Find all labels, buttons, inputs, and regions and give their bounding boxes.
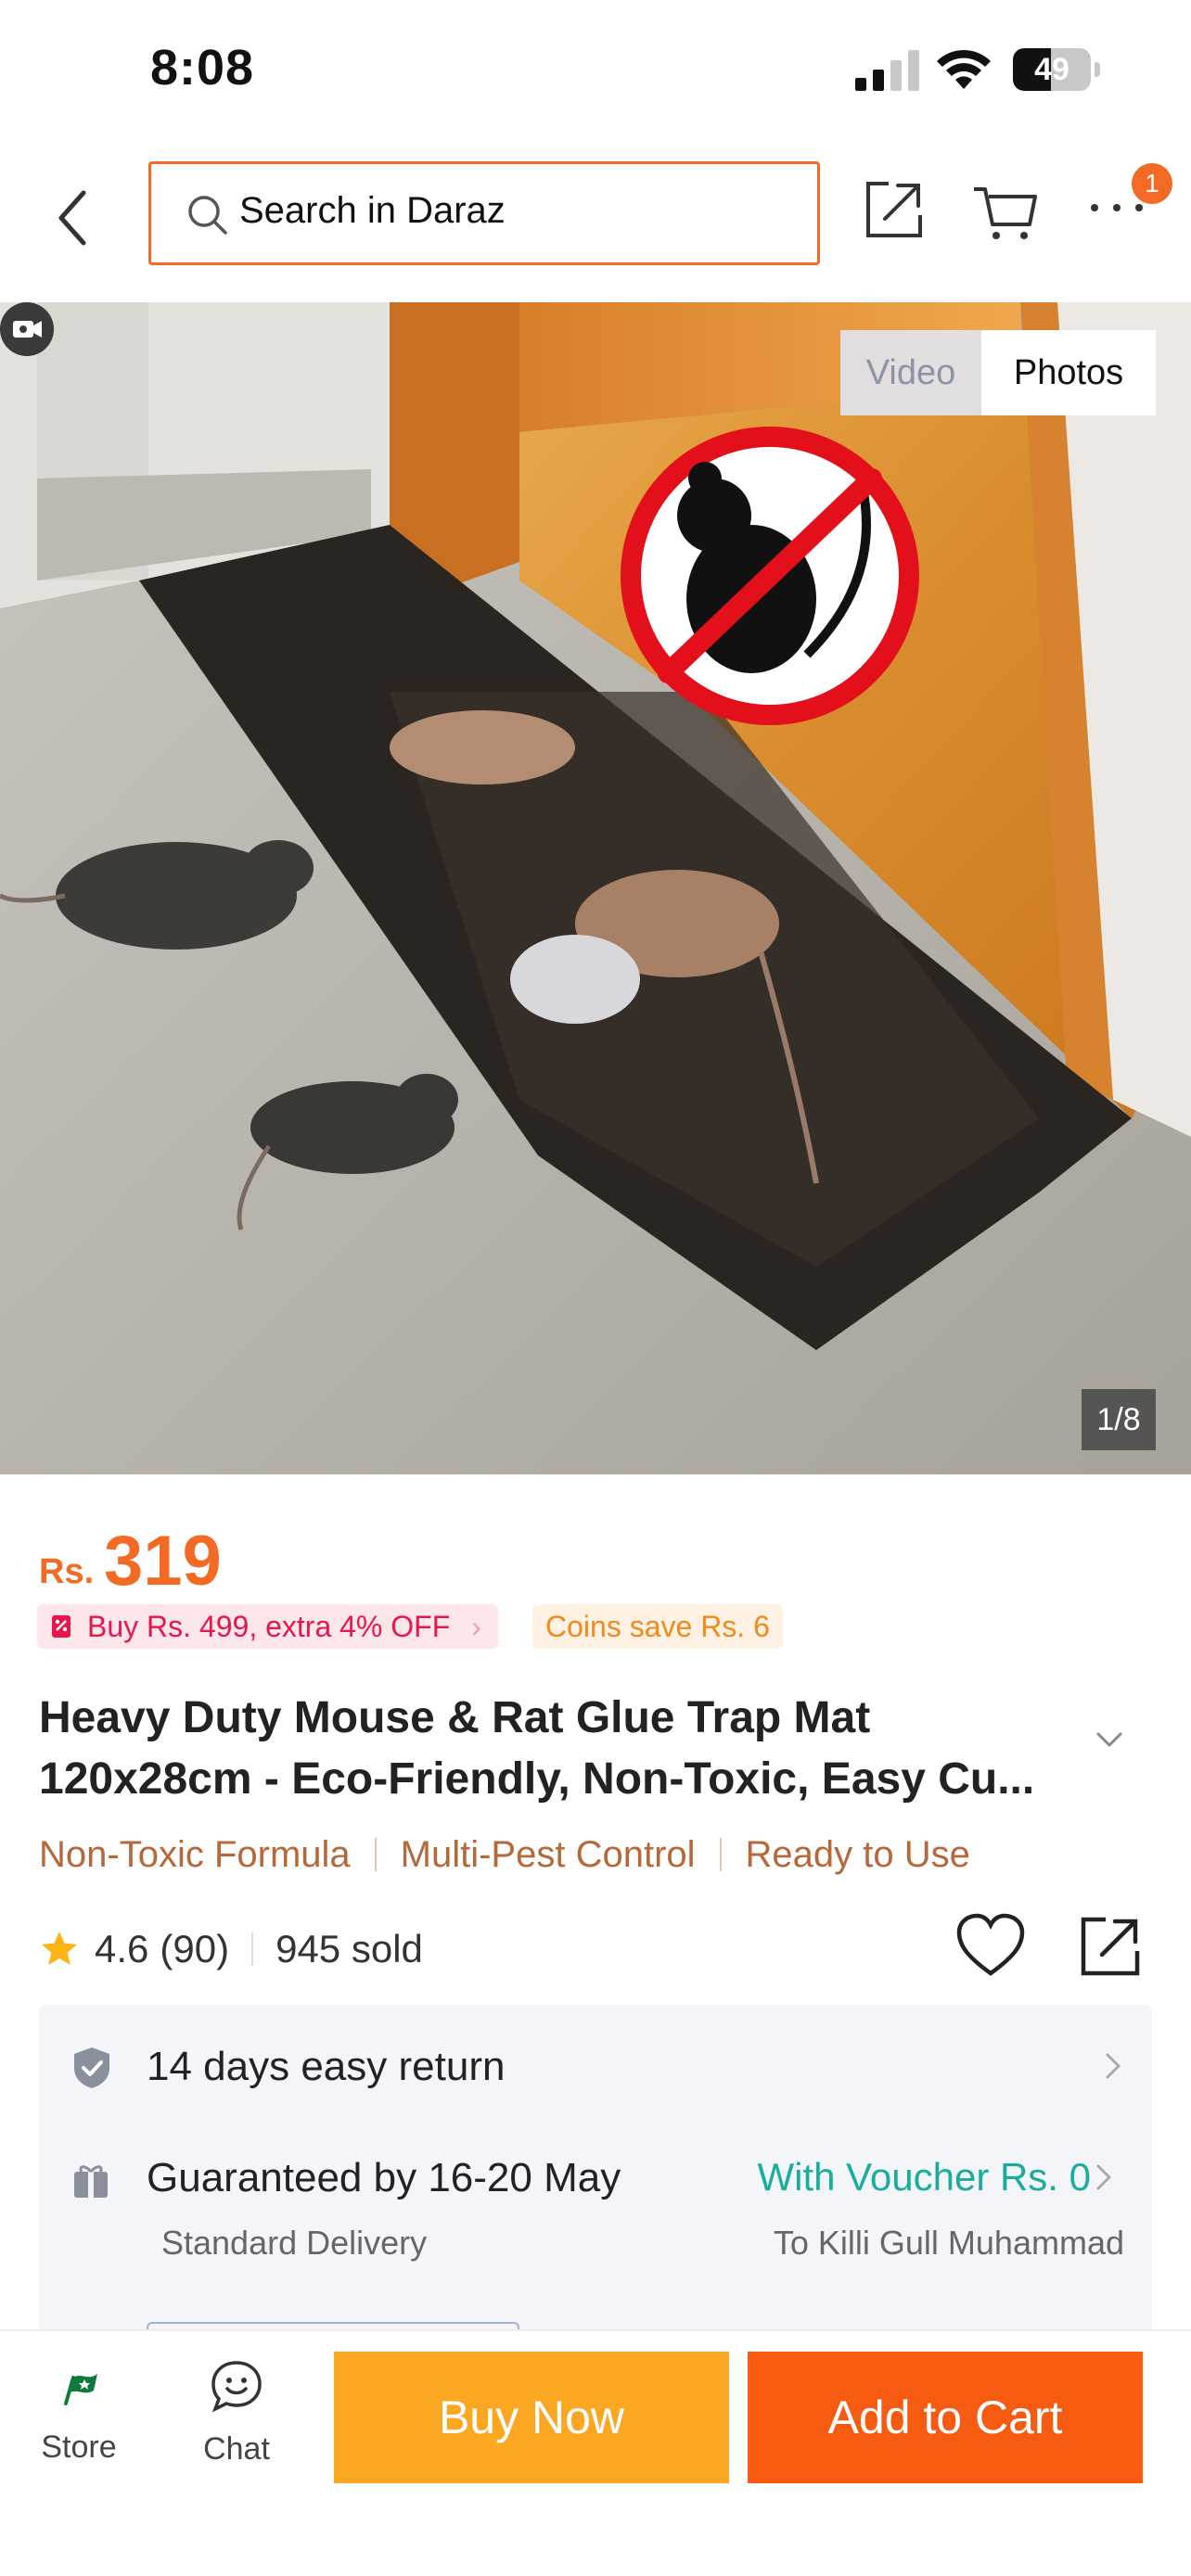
promo-badge[interactable]: Buy Rs. 499, extra 4% OFF › xyxy=(37,1604,498,1649)
store-button[interactable]: Store xyxy=(28,2359,130,2489)
divider xyxy=(719,1838,722,1871)
more-options-icon[interactable] xyxy=(1087,197,1146,219)
highlight-item: Ready to Use xyxy=(745,1833,970,1875)
status-time: 8:08 xyxy=(150,40,255,96)
status-bar: 8:08 49 xyxy=(0,0,1191,139)
delivery-info-card: 14 days easy return Guaranteed by 16-20 … xyxy=(39,2005,1152,2350)
notification-badge: 1 xyxy=(1132,163,1172,204)
product-highlights: Non-Toxic Formula Multi-Pest Control Rea… xyxy=(39,1829,970,1881)
discount-tag-icon xyxy=(52,1615,70,1638)
tab-photos[interactable]: Photos xyxy=(981,330,1156,415)
product-image-gallery[interactable]: Video Photos 1/8 xyxy=(0,302,1191,1474)
chat-bubble-icon xyxy=(211,2361,262,2413)
wifi-icon xyxy=(937,49,991,89)
chevron-right-icon xyxy=(1096,2164,1111,2190)
wishlist-heart-icon[interactable] xyxy=(955,1912,1026,1979)
delivery-guarantee: Guaranteed by 16-20 May xyxy=(147,2155,621,2200)
add-to-cart-button[interactable]: Add to Cart xyxy=(748,2352,1143,2483)
store-label: Store xyxy=(41,2429,117,2465)
video-camera-icon[interactable] xyxy=(0,302,54,356)
product-title-line-2: 120x28cm - Eco-Friendly, Non-Toxic, Easy… xyxy=(39,1754,1035,1804)
chat-button[interactable]: Chat xyxy=(186,2359,288,2489)
top-navigation: Search in Daraz 1 xyxy=(0,148,1191,278)
battery-icon: 49 xyxy=(1013,48,1100,91)
rating-row[interactable]: 4.6 (90) 945 sold xyxy=(39,1921,423,1977)
review-count: (90) xyxy=(160,1927,230,1970)
chevron-right-icon: › xyxy=(471,1610,481,1643)
bottom-action-bar: Store Chat Buy Now Add to Cart xyxy=(0,2329,1191,2576)
divider xyxy=(251,1932,254,1966)
chevron-right-icon xyxy=(1106,2053,1121,2079)
delivery-row[interactable]: Guaranteed by 16-20 May Standard Deliver… xyxy=(39,2127,1152,2276)
highlight-item: Non-Toxic Formula xyxy=(39,1833,351,1875)
tab-video[interactable]: Video xyxy=(840,330,981,415)
cart-icon[interactable] xyxy=(972,180,1039,243)
sold-count: 945 sold xyxy=(275,1927,423,1970)
promo-text: Buy Rs. 499, extra 4% OFF xyxy=(87,1610,451,1643)
return-policy-text: 14 days easy return xyxy=(147,2044,506,2089)
image-counter: 1/8 xyxy=(1082,1389,1156,1450)
coins-badge: Coins save Rs. 6 xyxy=(532,1604,783,1649)
return-policy-row[interactable]: 14 days easy return xyxy=(39,2005,1152,2127)
shield-check-icon xyxy=(74,2047,109,2088)
delivery-destination: To Killi Gull Muhammad xyxy=(773,2224,1124,2262)
rating-value: 4.6 xyxy=(95,1927,149,1970)
back-arrow-icon[interactable] xyxy=(50,185,96,250)
delivery-type: Standard Delivery xyxy=(161,2224,428,2262)
chat-label: Chat xyxy=(203,2431,270,2467)
voucher-text: With Voucher Rs. 0 xyxy=(757,2155,1091,2199)
product-title: Heavy Duty Mouse & Rat Glue Trap Mat 120… xyxy=(39,1688,1078,1810)
share-icon[interactable] xyxy=(861,176,928,243)
search-input[interactable]: Search in Daraz xyxy=(148,161,820,265)
buy-now-button[interactable]: Buy Now xyxy=(334,2352,729,2483)
star-icon xyxy=(42,1932,77,1965)
price-currency: Rs. xyxy=(39,1552,95,1591)
battery-percent: 49 xyxy=(1034,52,1069,87)
search-icon xyxy=(188,196,227,235)
share-icon[interactable] xyxy=(1076,1912,1145,1981)
product-photo xyxy=(0,302,1191,1474)
chevron-down-icon[interactable] xyxy=(1091,1721,1128,1758)
cellular-signal-icon xyxy=(855,50,919,91)
highlight-item: Multi-Pest Control xyxy=(400,1833,696,1875)
gift-box-icon xyxy=(74,2165,108,2198)
product-title-line-1: Heavy Duty Mouse & Rat Glue Trap Mat xyxy=(39,1693,871,1742)
media-type-toggle: Video Photos xyxy=(840,330,1156,415)
price-value: 319 xyxy=(104,1522,222,1600)
store-flag-icon xyxy=(64,2374,97,2405)
divider xyxy=(374,1838,377,1871)
search-placeholder: Search in Daraz xyxy=(239,190,506,231)
